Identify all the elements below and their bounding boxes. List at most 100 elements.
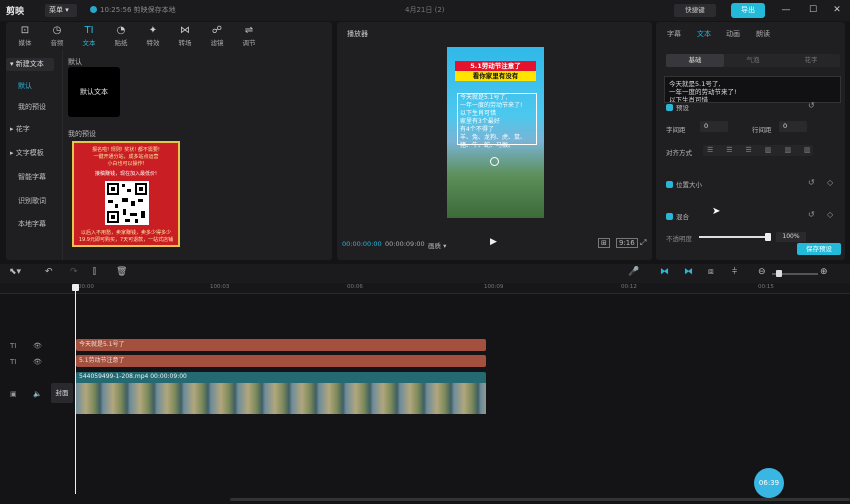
tab-media[interactable]: ⊡ 媒体: [10, 24, 40, 47]
keyframe-icon[interactable]: ◇: [827, 210, 833, 219]
rotate-handle-icon[interactable]: [490, 157, 499, 166]
save-status-text: 10:25:56 剪映保存本地: [100, 6, 176, 14]
ratio-button[interactable]: 9:16: [616, 238, 638, 248]
timeline-toolbar: [0, 264, 850, 283]
sidebar-item-my-presets[interactable]: 我的预设: [14, 101, 62, 114]
playhead-handle[interactable]: [72, 284, 79, 291]
delete-icon[interactable]: 🗑: [116, 267, 127, 277]
auto-snap-icon[interactable]: ⧓: [684, 267, 693, 277]
tab-audio[interactable]: ◷ 音频: [42, 24, 72, 47]
project-name: 4月21日 (2): [405, 6, 445, 14]
position-size-toggle[interactable]: 位置大小: [666, 179, 702, 189]
quality-label: 画质: [428, 242, 441, 250]
text-icon: TI: [84, 25, 94, 36]
quality-select[interactable]: 画质 ▾: [428, 240, 446, 250]
video-clip-label: 544059499-1-208.mp4 00:00:09:00: [79, 373, 187, 380]
video-preview[interactable]: 5.1劳动节注意了 看你家里有没有 今天就是5.1号了, 一年一度的劳动节来了!…: [447, 47, 544, 218]
sidebar-item-auto-captions[interactable]: 智能字幕: [14, 171, 62, 184]
horizontal-scrollbar[interactable]: [230, 498, 850, 501]
close-icon[interactable]: ✕: [828, 3, 846, 17]
reset-icon[interactable]: ↺: [808, 178, 815, 187]
eye-icon[interactable]: 👁: [33, 342, 42, 350]
tab-text-props[interactable]: 文本: [697, 29, 711, 39]
tab-transition[interactable]: ⋈ 转场: [170, 24, 200, 47]
sidebar-item-text-template[interactable]: ▸ 文字模板: [6, 147, 54, 160]
ruler-tick: 00:15: [758, 284, 774, 290]
preset-card[interactable]: 报名啦! 规则! 奖状! 都不需要! 一键开通分站，成多站点运营 小白也可以操作…: [72, 141, 180, 247]
eye-icon[interactable]: 👁: [33, 358, 42, 366]
opacity-slider[interactable]: [699, 236, 769, 238]
export-button[interactable]: 导出: [731, 3, 765, 18]
zoom-out-icon[interactable]: ⊖: [758, 267, 766, 277]
sidebar-item-fancy-text[interactable]: ▸ 花字: [6, 123, 54, 136]
tab-animation[interactable]: 动画: [726, 29, 740, 39]
sidebar-item-label: 智能字幕: [18, 173, 46, 181]
fit-icon[interactable]: ⊞: [598, 238, 610, 248]
main-track-magnet-icon[interactable]: ⧓: [660, 267, 669, 277]
reset-icon[interactable]: ↺: [808, 101, 815, 110]
sidebar-item-new-text[interactable]: ▾ 新建文本: [6, 58, 54, 71]
redo-icon[interactable]: ↷: [70, 267, 78, 277]
ruler-tick: 100:09: [484, 284, 504, 290]
minimize-icon[interactable]: —: [777, 3, 795, 17]
video-clip[interactable]: 544059499-1-208.mp4 00:00:09:00: [76, 372, 486, 414]
tab-filter[interactable]: ☍ 滤镜: [202, 24, 232, 47]
text-clip[interactable]: 5.1劳动节注意了: [76, 355, 486, 367]
adjust-icon: ⇌: [244, 25, 254, 36]
tab-effects[interactable]: ✦ 特效: [138, 24, 168, 47]
subtab-bar: 基础 气泡 花字: [666, 54, 840, 67]
playhead[interactable]: [75, 284, 76, 494]
microphone-icon[interactable]: 🎤: [628, 267, 639, 277]
tab-label: 滤镜: [210, 39, 224, 47]
split-icon[interactable]: ⫿: [93, 267, 96, 277]
subtab-fancy[interactable]: 花字: [782, 54, 840, 67]
blend-toggle[interactable]: 混合: [666, 211, 689, 221]
mute-icon[interactable]: 🔈: [33, 390, 42, 398]
text-clip[interactable]: 今天就是5.1号了: [76, 339, 486, 351]
time-ruler[interactable]: [0, 283, 850, 294]
subtab-basic[interactable]: 基础: [666, 54, 724, 67]
line-spacing-input[interactable]: 0: [779, 121, 807, 132]
video-text-box[interactable]: 今天就是5.1号了, 一年一度的劳动节来了! 以下生肖可惜 家里有3个最好 有4…: [457, 93, 537, 149]
sidebar-item-label: 默认: [18, 82, 32, 90]
select-tool-icon[interactable]: ⬉▾: [9, 267, 21, 277]
opacity-input[interactable]: 100%: [776, 232, 806, 242]
save-preset-button[interactable]: 保存预设: [797, 243, 841, 255]
tab-sticker[interactable]: ◔ 贴纸: [106, 24, 136, 47]
link-icon[interactable]: ⧈: [708, 267, 714, 277]
tab-captions[interactable]: 字幕: [667, 29, 681, 39]
play-button[interactable]: ▶: [490, 237, 497, 247]
align-buttons[interactable]: ☰☰☰▥▥▥: [703, 145, 813, 156]
maximize-icon[interactable]: ☐: [804, 3, 822, 17]
sidebar-item-label: 花字: [15, 125, 30, 133]
zoom-slider-handle[interactable]: [776, 270, 782, 277]
mouse-cursor-icon: ➤: [712, 206, 721, 217]
preview-axis-icon[interactable]: ⫩: [732, 267, 737, 277]
sidebar-item-lyrics[interactable]: 识别歌词: [14, 195, 62, 208]
letter-spacing-input[interactable]: 0: [700, 121, 728, 132]
keyframe-icon[interactable]: ◇: [827, 178, 833, 187]
player-title: 播放器: [347, 30, 368, 38]
opacity-label: 不透明度: [666, 235, 692, 243]
shortcut-button[interactable]: 快捷键: [674, 4, 716, 17]
text-track-icon: TI: [10, 358, 17, 366]
menu-button[interactable]: 菜单 ▾: [45, 4, 77, 17]
sidebar-item-label: 本地字幕: [18, 220, 46, 228]
tab-read-aloud[interactable]: 朗读: [756, 29, 770, 39]
subtab-bubble[interactable]: 气泡: [724, 54, 782, 67]
tab-text[interactable]: TI 文本: [74, 24, 104, 47]
zoom-in-icon[interactable]: ⊕: [820, 267, 828, 277]
undo-icon[interactable]: ↶: [45, 267, 53, 277]
text-content-input[interactable]: 今天就是5.1号了, 一年一度的劳动节来了! 以下生肖可惜: [664, 76, 841, 103]
letter-spacing-label: 字间距: [666, 126, 686, 134]
cover-button[interactable]: 封面: [51, 383, 73, 403]
sidebar-item-local-captions[interactable]: 本地字幕: [14, 218, 62, 231]
timer-badge[interactable]: 06:39: [754, 468, 784, 498]
default-text-card[interactable]: 默认文本: [68, 67, 120, 117]
reset-icon[interactable]: ↺: [808, 210, 815, 219]
opacity-slider-handle[interactable]: [765, 233, 771, 241]
sidebar-item-default[interactable]: 默认: [14, 80, 62, 93]
preset-row[interactable]: 预设: [666, 102, 689, 112]
fullscreen-icon[interactable]: ⤢: [640, 238, 646, 248]
tab-adjust[interactable]: ⇌ 调节: [234, 24, 264, 47]
